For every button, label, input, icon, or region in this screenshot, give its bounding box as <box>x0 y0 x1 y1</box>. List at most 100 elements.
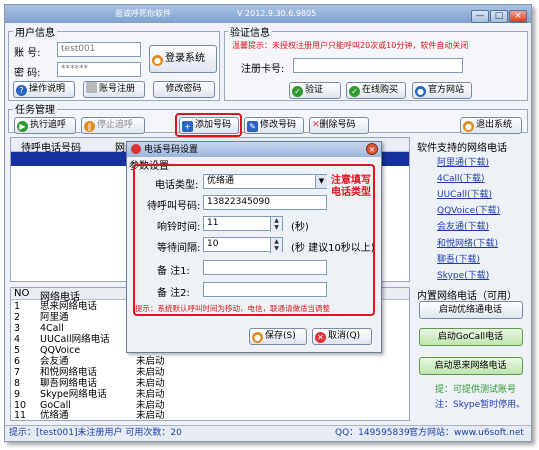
window-version: V 2012.9.30.6.9805 <box>237 9 317 18</box>
edit-icon: ✎ <box>247 121 258 132</box>
official-site-label: 官方网站 <box>428 85 465 95</box>
download-skype-link[interactable]: Skype(下载) <box>437 268 489 281</box>
status-qq: QQ：149595839 <box>335 428 410 438</box>
add-number-button[interactable]: + 添加号码 <box>179 117 239 134</box>
stop-call-label: 停止追呼 <box>97 120 134 130</box>
exit-icon: ● <box>463 121 474 132</box>
maximize-button[interactable]: □ <box>490 10 508 23</box>
builtin-phones-title: 内置网络电话（可用） <box>417 291 517 302</box>
help-button[interactable]: ? 操作说明 <box>13 81 75 98</box>
edit-number-button[interactable]: ✎ 修改号码 <box>244 117 304 134</box>
exec-call-label: 执行追呼 <box>30 120 67 130</box>
delete-number-button[interactable]: ✕删除号码 <box>309 117 369 134</box>
ring-time-unit: (秒) <box>291 222 309 233</box>
interval-spinner[interactable]: ▲ ▼ <box>270 238 282 253</box>
buy-online-label: 在线购买 <box>362 85 399 95</box>
exit-system-button[interactable]: ● 退出系统 <box>460 117 522 134</box>
status-website: 官方网站：www.u6soft.net <box>409 428 524 438</box>
exec-call-button[interactable]: ▶ 执行追呼 <box>14 117 76 134</box>
close-button[interactable]: × <box>509 10 527 23</box>
help-icon: ? <box>16 85 27 96</box>
save-icon: ● <box>252 332 263 343</box>
status-user-info: 提示：[test001]未注册用户 可用次数：20 <box>9 428 182 438</box>
login-button[interactable]: ● 登录系统 <box>149 45 217 73</box>
minimize-button[interactable]: — <box>471 10 489 23</box>
save-button[interactable]: ● 保存(S) <box>249 328 307 345</box>
help-button-label: 操作说明 <box>29 84 66 94</box>
stop-call-button[interactable]: ‖ 停止追呼 <box>81 117 145 134</box>
register-button[interactable]: 账号注册 <box>83 81 145 98</box>
check-icon: ✓ <box>292 86 303 97</box>
dialog-app-icon <box>131 144 141 154</box>
add-phone-icon: + <box>182 121 193 132</box>
phone-type-label: 电话类型: <box>155 180 199 191</box>
start-gocall-label: 启动GoCall电话 <box>437 332 504 342</box>
cancel-button[interactable]: ✕ 取消(Q) <box>312 328 372 345</box>
cancel-button-label: 取消(Q) <box>328 331 361 341</box>
supported-networks-title: 软件支持的网络电话 <box>417 143 507 154</box>
reg-card-input[interactable] <box>293 58 463 73</box>
download-huiyoutong-link[interactable]: 会友通(下载) <box>437 219 489 232</box>
delete-number-label: 删除号码 <box>319 120 356 130</box>
start-youluotong-label: 启动优络通电话 <box>438 305 502 315</box>
exit-system-label: 退出系统 <box>476 120 513 130</box>
status-bar: 提示：[test001]未注册用户 可用次数：20 QQ：149595839 官… <box>5 425 531 441</box>
ring-time-label: 响铃时间: <box>157 222 201 233</box>
ring-time-spinner[interactable]: ▲ ▼ <box>270 217 282 232</box>
number-label: 待呼叫号码: <box>147 201 201 212</box>
download-qqvoice-link[interactable]: QQVoice(下载) <box>437 203 500 216</box>
note1-label: 备 注1: <box>157 266 190 277</box>
play-icon: ▶ <box>17 121 28 132</box>
change-password-label: 修改密码 <box>165 84 202 94</box>
verify-button[interactable]: ✓ 验证 <box>289 82 341 99</box>
download-alitong-link[interactable]: 阿里通(下载) <box>437 155 489 168</box>
skype-note: 注：Skype暂时停用。 <box>435 400 526 410</box>
note2-input[interactable] <box>203 282 327 297</box>
interval-label: 等待间隔: <box>157 243 201 254</box>
add-number-label: 添加号码 <box>195 120 232 130</box>
download-heyue-link[interactable]: 和悦网络(下载) <box>437 236 498 249</box>
download-liaowu-link[interactable]: 聊吾(下载) <box>437 252 480 265</box>
start-silai-button[interactable]: 启动思来网络电话 <box>419 357 523 375</box>
start-youluotong-button[interactable]: 启动优络通电话 <box>419 301 523 319</box>
password-input[interactable]: ****** <box>57 62 141 77</box>
reg-card-label: 注册卡号: <box>241 64 285 75</box>
official-site-button[interactable]: ● 官方网站 <box>412 82 472 99</box>
user-info-label: 用户信息 <box>13 24 57 39</box>
save-button-label: 保存(S) <box>265 331 296 341</box>
edit-number-label: 修改号码 <box>260 120 297 130</box>
window-title: 面或呼死你软件 <box>115 9 171 18</box>
download-uucall-link[interactable]: UUCall(下载) <box>437 187 492 200</box>
cart-icon: ✓ <box>349 86 360 97</box>
buy-online-button[interactable]: ✓ 在线购买 <box>346 82 406 99</box>
start-gocall-button[interactable]: 启动GoCall电话 <box>419 328 523 346</box>
login-button-label: 登录系统 <box>165 53 205 64</box>
chevron-down-icon[interactable]: ▼ <box>315 175 327 188</box>
note1-input[interactable] <box>203 260 327 275</box>
document-icon <box>86 82 97 93</box>
task-label: 任务管理 <box>13 101 57 116</box>
account-input[interactable]: test001 <box>57 42 141 57</box>
dialog-title-bar[interactable]: 电话号码设置 × <box>127 142 381 157</box>
phone-type-select[interactable]: 优络通 <box>203 174 327 189</box>
col-header-no[interactable]: NO <box>14 288 29 299</box>
title-bar[interactable]: 面或呼死你软件 V 2012.9.30.6.9805 — □ × <box>5 5 531 23</box>
globe-icon: ● <box>415 86 426 97</box>
verify-button-label: 验证 <box>305 85 324 95</box>
password-label: 密 码: <box>14 68 41 79</box>
pause-icon: ‖ <box>84 121 95 132</box>
test-account-note: 提：可提供测试账号 <box>435 385 517 395</box>
dialog-close-button[interactable]: × <box>366 143 378 155</box>
download-4call-link[interactable]: 4Call(下载) <box>437 171 485 184</box>
cancel-icon: ✕ <box>315 332 326 343</box>
phone-settings-dialog: 电话号码设置 × 参数设置 电话类型: 优络通 ▼ 注意填写 电话类型 待呼叫号… <box>126 141 382 353</box>
register-button-label: 账号注册 <box>99 84 136 94</box>
dialog-tip: 提示：系统默认呼叫时间为移动，电信，联通请做适当调整 <box>135 304 330 313</box>
number-input[interactable]: 13822345090 <box>203 195 327 210</box>
delete-icon: ✕ <box>312 120 320 130</box>
note2-label: 备 注2: <box>157 288 190 299</box>
verify-info-label: 验证信息 <box>228 24 272 39</box>
change-password-button[interactable]: 修改密码 <box>153 81 215 98</box>
verify-warning: 温馨提示：未授权注册用户只能呼叫20次或10分钟，软件自动关闭 <box>232 41 469 50</box>
interval-unit: (秒 建议10秒以上) <box>291 243 375 254</box>
